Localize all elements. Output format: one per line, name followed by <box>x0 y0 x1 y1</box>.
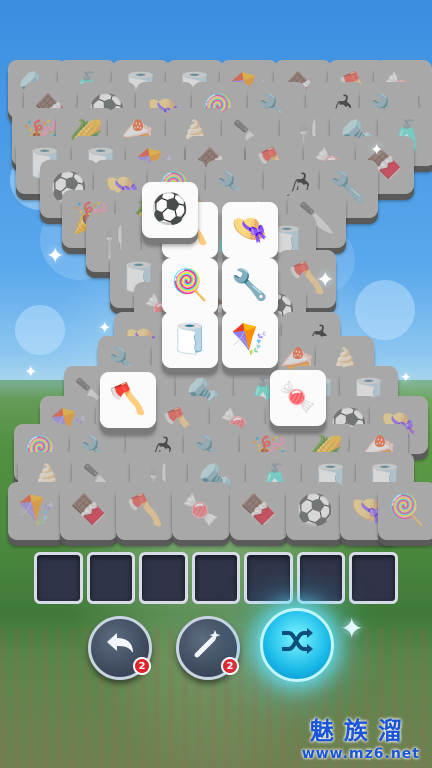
candy-cane-icon: 🍭 <box>171 268 209 303</box>
tray-slot <box>296 552 346 604</box>
sparkle-icon: ✦ <box>340 612 364 645</box>
tile-tray <box>34 552 399 604</box>
sparkle-icon: ✦ <box>370 140 384 159</box>
tray-slot <box>191 552 241 604</box>
watermark: 魅族溜 www.mz6.net <box>302 711 420 762</box>
axe-icon: 🪓 <box>126 493 164 528</box>
tile-candy: 🍬 <box>172 482 230 540</box>
pliers-icon: 🔧 <box>231 268 269 303</box>
tile-duct-tape[interactable]: 🧻 <box>162 312 218 368</box>
sparkle-icon: ✦ <box>400 370 412 386</box>
pinwheel-icon: 🪁 <box>18 493 56 528</box>
candy-icon: 🍬 <box>182 493 220 528</box>
tile-candy[interactable]: 🍬 <box>270 370 326 426</box>
tile-axe[interactable]: 🪓 <box>100 372 156 428</box>
shuffle-button[interactable] <box>260 608 334 682</box>
undo-arrow-icon <box>103 627 137 669</box>
magic-wand-icon <box>191 627 225 669</box>
beach-ball-icon: ⚽ <box>296 493 334 528</box>
tray-slot <box>244 552 293 604</box>
tile-hat[interactable]: 👒 <box>222 202 278 258</box>
tile-beach-ball[interactable]: ⚽ <box>142 182 198 238</box>
tile-candy-cane: 🍭 <box>378 482 432 540</box>
tile-popsicle: 🍫 <box>60 482 118 540</box>
tile-pliers[interactable]: 🔧 <box>222 258 278 314</box>
pinwheel-icon: 🪁 <box>231 322 269 357</box>
watermark-title: 魅族溜 <box>309 716 412 745</box>
hat-icon: 👒 <box>231 212 269 247</box>
beach-ball-icon: ⚽ <box>151 192 189 227</box>
watermark-url: www.mz6.net <box>301 746 420 762</box>
duct-tape-icon: 🧻 <box>171 322 209 357</box>
tray-slot <box>34 552 83 604</box>
magic-wand-button[interactable]: 2 <box>176 616 240 680</box>
axe-icon: 🪓 <box>109 382 147 417</box>
tile-pinwheel: 🪁 <box>8 482 66 540</box>
tile-axe: 🪓 <box>116 482 174 540</box>
chocolate-icon: 🍫 <box>240 493 278 528</box>
tile-chocolate: 🍫 <box>230 482 288 540</box>
undo-button[interactable]: 2 <box>88 616 152 680</box>
sparkle-icon: ✦ <box>316 268 335 293</box>
popsicle-icon: 🍫 <box>70 493 108 528</box>
tile-beach-ball: ⚽ <box>286 482 344 540</box>
sparkle-icon: ✦ <box>46 244 65 269</box>
tile-candy-cane[interactable]: 🍭 <box>162 258 218 314</box>
tray-slot <box>86 552 136 604</box>
tile-pinwheel[interactable]: 🪁 <box>222 312 278 368</box>
magic-count-badge: 2 <box>221 657 239 675</box>
candy-cane-icon: 🍭 <box>388 493 426 528</box>
tray-slot <box>139 552 188 604</box>
shuffle-icon <box>277 621 317 669</box>
sparkle-icon: ✦ <box>24 362 38 381</box>
candy-icon: 🍬 <box>279 380 317 415</box>
undo-count-badge: 2 <box>133 657 151 675</box>
sparkle-icon: ✦ <box>98 318 112 337</box>
tray-slot <box>349 552 399 604</box>
